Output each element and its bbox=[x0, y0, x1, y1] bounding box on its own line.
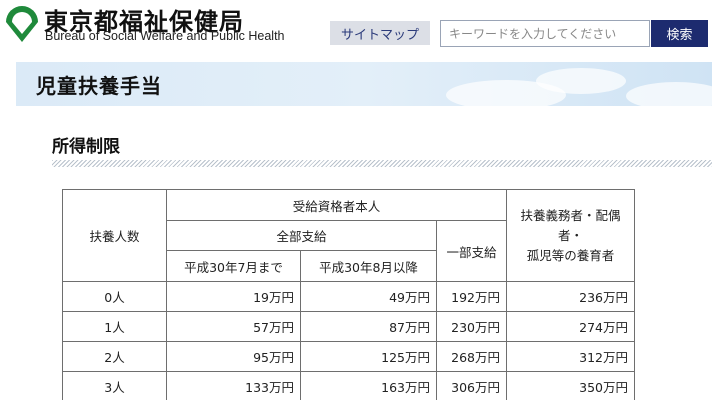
header-supporter: 扶養義務者・配偶者・ 孤児等の養育者 bbox=[506, 189, 635, 282]
header-full-payment: 全部支給 bbox=[166, 220, 437, 251]
cell-partial: 192万円 bbox=[436, 281, 507, 312]
cell-from: 87万円 bbox=[300, 311, 437, 342]
table-row: 2人 95万円 125万円 268万円 312万円 bbox=[62, 341, 635, 372]
cell-supporter: 274万円 bbox=[506, 311, 635, 342]
cell-supporter: 350万円 bbox=[506, 371, 635, 400]
cell-until: 19万円 bbox=[166, 281, 301, 312]
header-partial-payment: 一部支給 bbox=[436, 220, 507, 282]
cell-supporter: 312万円 bbox=[506, 341, 635, 372]
tokyo-ginkgo-logo-icon[interactable] bbox=[4, 2, 40, 42]
page-title: 児童扶養手当 bbox=[36, 74, 162, 98]
header-dependents: 扶養人数 bbox=[62, 189, 167, 282]
table-row: 3人 133万円 163万円 306万円 350万円 bbox=[62, 371, 635, 400]
cell-until: 133万円 bbox=[166, 371, 301, 400]
cell-until: 95万円 bbox=[166, 341, 301, 372]
org-name-en[interactable]: Bureau of Social Welfare and Public Heal… bbox=[45, 29, 285, 43]
cell-supporter: 236万円 bbox=[506, 281, 635, 312]
section-title: 所得制限 bbox=[52, 137, 120, 157]
income-limit-table: 扶養人数 受給資格者本人 扶養義務者・配偶者・ 孤児等の養育者 全部支給 一部支… bbox=[62, 189, 635, 400]
cloud-decoration bbox=[626, 82, 712, 106]
search-button[interactable]: 検索 bbox=[651, 20, 708, 47]
sitemap-button[interactable]: サイトマップ bbox=[330, 21, 430, 45]
cell-partial: 230万円 bbox=[436, 311, 507, 342]
cloud-decoration bbox=[536, 68, 626, 94]
cell-partial: 306万円 bbox=[436, 371, 507, 400]
section-divider bbox=[52, 160, 712, 167]
cell-partial: 268万円 bbox=[436, 341, 507, 372]
cell-until: 57万円 bbox=[166, 311, 301, 342]
table-row: 1人 57万円 87万円 230万円 274万円 bbox=[62, 311, 635, 342]
site-header: 東京都福祉保健局 Bureau of Social Welfare and Pu… bbox=[0, 0, 712, 52]
header-supporter-line1: 扶養義務者・配偶者・ bbox=[520, 207, 621, 243]
page-title-band: 児童扶養手当 bbox=[16, 62, 712, 106]
cell-dependents: 1人 bbox=[62, 311, 167, 342]
cell-dependents: 0人 bbox=[62, 281, 167, 312]
header-recipient: 受給資格者本人 bbox=[166, 189, 507, 221]
cell-dependents: 2人 bbox=[62, 341, 167, 372]
header-supporter-line2: 孤児等の養育者 bbox=[526, 247, 615, 263]
header-until-h30-july: 平成30年7月まで bbox=[166, 250, 301, 282]
search-input[interactable] bbox=[440, 20, 650, 47]
cell-dependents: 3人 bbox=[62, 371, 167, 400]
cell-from: 125万円 bbox=[300, 341, 437, 372]
cell-from: 49万円 bbox=[300, 281, 437, 312]
header-from-h30-august: 平成30年8月以降 bbox=[300, 250, 437, 282]
cell-from: 163万円 bbox=[300, 371, 437, 400]
table-row: 0人 19万円 49万円 192万円 236万円 bbox=[62, 281, 635, 312]
